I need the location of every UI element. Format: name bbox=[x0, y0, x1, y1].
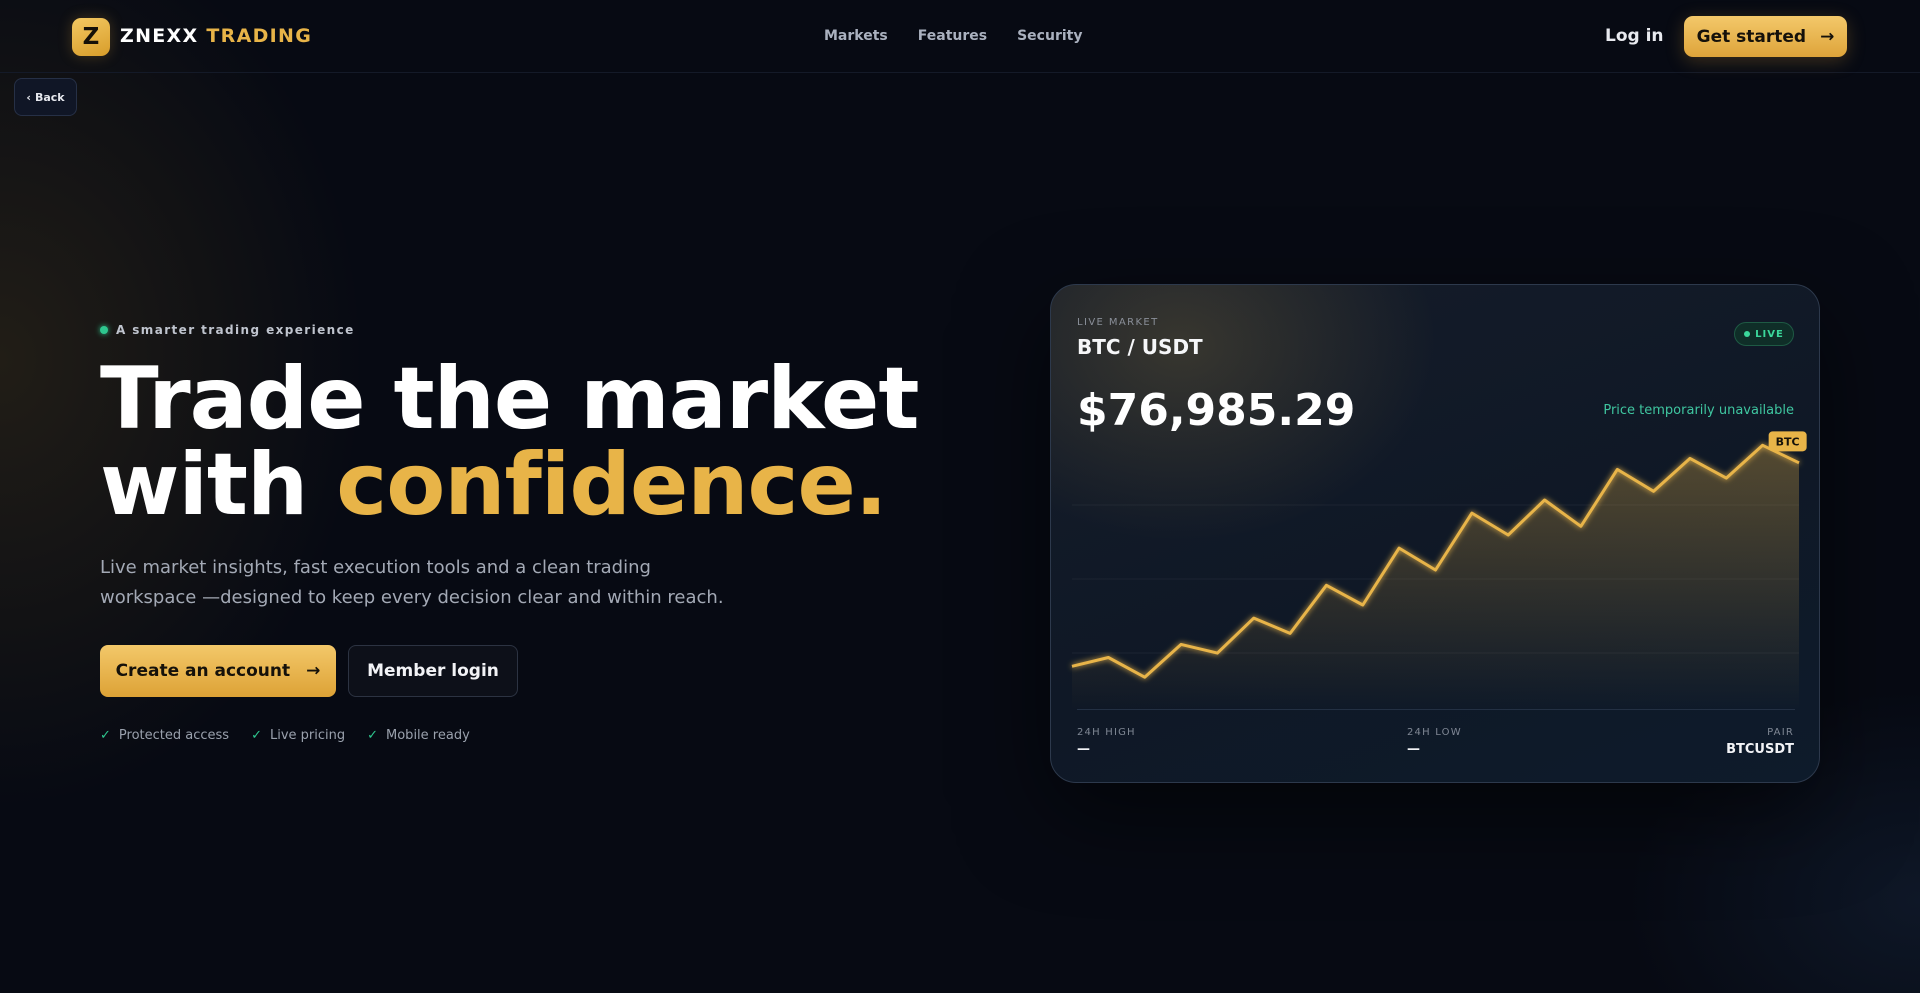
stat-value: BTCUSDT bbox=[1726, 742, 1794, 757]
get-started-label: Get started bbox=[1696, 26, 1807, 47]
hero-eyebrow-text: A smarter trading experience bbox=[116, 323, 355, 337]
stat-24h-high: 24H HIGH — bbox=[1077, 727, 1136, 757]
chevron-left-icon: ‹ bbox=[26, 90, 31, 104]
chart-area-fill bbox=[1072, 445, 1799, 710]
back-label: Back bbox=[34, 90, 65, 104]
create-account-label: Create an account bbox=[115, 661, 291, 681]
check-icon: ✓ bbox=[251, 728, 262, 743]
stat-value: — bbox=[1407, 742, 1420, 757]
feature-item: ✓ Mobile ready bbox=[367, 728, 470, 743]
stat-label: PAIR bbox=[1767, 727, 1794, 738]
create-account-button[interactable]: Create an account → bbox=[100, 645, 336, 697]
feature-list: ✓ Protected access ✓ Live pricing ✓ Mobi… bbox=[100, 728, 470, 743]
member-login-button[interactable]: Member login bbox=[348, 645, 518, 697]
feature-label: Protected access bbox=[118, 728, 230, 743]
brand-primary: ZNEXX bbox=[120, 25, 199, 47]
feature-label: Live pricing bbox=[269, 728, 346, 743]
feature-label: Mobile ready bbox=[386, 728, 470, 743]
check-icon: ✓ bbox=[367, 728, 379, 743]
top-header: Z ZNEXX TRADING Markets Features Securit… bbox=[0, 0, 1920, 73]
stat-label: 24H HIGH bbox=[1077, 727, 1136, 738]
chart-series-tag-label: BTC bbox=[1776, 435, 1800, 448]
arrow-right-icon: → bbox=[1820, 26, 1835, 47]
nav-link-security[interactable]: Security bbox=[1017, 28, 1082, 44]
nav-link-features[interactable]: Features bbox=[918, 28, 987, 44]
status-dot-icon bbox=[100, 326, 108, 334]
nav-link-markets[interactable]: Markets bbox=[824, 28, 888, 44]
stat-label: 24H LOW bbox=[1407, 727, 1462, 738]
feature-item: ✓ Protected access bbox=[100, 728, 229, 743]
logo-icon[interactable]: Z bbox=[72, 18, 110, 56]
back-button[interactable]: ‹ Back bbox=[14, 78, 77, 116]
hero-title-accent: confidence. bbox=[336, 435, 887, 535]
hero-title-line1: Trade the market bbox=[100, 349, 919, 449]
main-nav: Markets Features Security bbox=[824, 28, 1082, 44]
login-link[interactable]: Log in bbox=[1605, 26, 1664, 46]
stat-value: — bbox=[1077, 742, 1090, 757]
stats-divider bbox=[1077, 709, 1795, 710]
hero-title: Trade the market with confidence. bbox=[100, 356, 919, 528]
market-card: LIVE MARKET BTC / USDT LIVE $76,985.29 P… bbox=[1050, 284, 1820, 783]
stat-pair: PAIR BTCUSDT bbox=[1726, 727, 1794, 757]
hero-eyebrow: A smarter trading experience bbox=[100, 323, 355, 337]
brand-secondary: TRADING bbox=[206, 25, 313, 47]
feature-item: ✓ Live pricing bbox=[251, 728, 345, 743]
hero-title-line2-plain: with bbox=[100, 435, 308, 535]
get-started-button[interactable]: Get started → bbox=[1684, 16, 1847, 57]
arrow-right-icon: → bbox=[306, 661, 321, 681]
check-icon: ✓ bbox=[100, 728, 111, 743]
hero-subtitle: Live market insights, fast execution too… bbox=[100, 557, 724, 608]
brand-name[interactable]: ZNEXX TRADING bbox=[120, 25, 312, 47]
stat-24h-low: 24H LOW — bbox=[1407, 727, 1462, 757]
